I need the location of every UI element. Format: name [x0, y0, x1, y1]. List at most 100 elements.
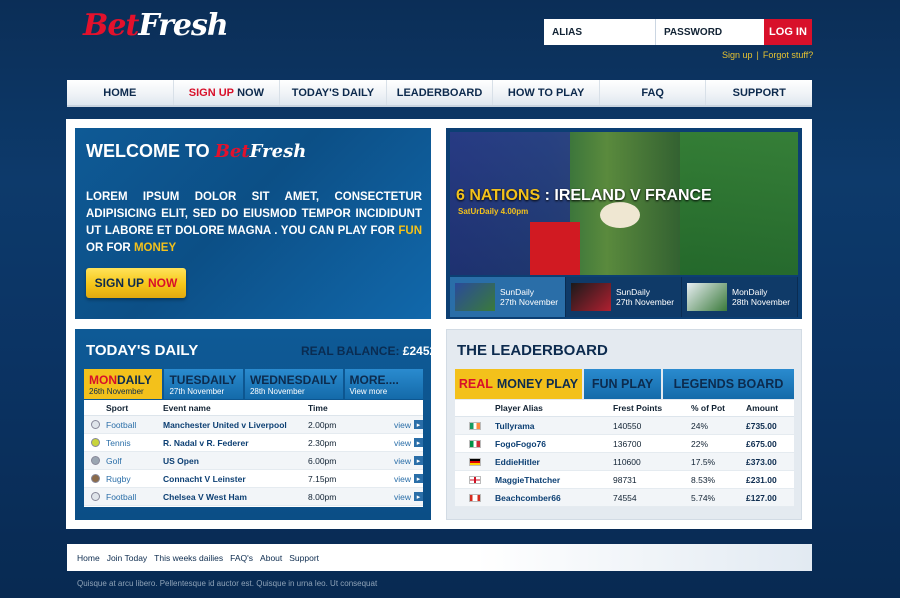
event-name[interactable]: Manchester United v Liverpool	[163, 420, 308, 430]
footer-dailies[interactable]: This weeks dailies	[154, 553, 223, 563]
header-time: Time	[308, 402, 328, 413]
feature-thumb[interactable]: SunDaily 27th November	[450, 277, 566, 317]
view-link[interactable]: view ▸	[378, 474, 423, 484]
signup-now-button[interactable]: SIGN UP NOW	[86, 268, 186, 298]
table-row[interactable]: Rugby Connacht V Leinster 7.15pm view ▸	[84, 470, 423, 488]
footer-support[interactable]: Support	[289, 553, 319, 563]
feature-thumb[interactable]: MonDaily 28th November	[682, 277, 798, 317]
feature-title-match: : IRELAND V FRANCE	[544, 187, 712, 204]
event-time: 8.00pm	[308, 491, 337, 502]
footer-about[interactable]: About	[260, 553, 282, 563]
view-link[interactable]: view ▸	[378, 420, 423, 430]
welcome-or-for: OR FOR	[86, 242, 131, 254]
real-balance: REAL BALANCE: £2452	[301, 344, 436, 358]
header-sport: Sport	[106, 402, 129, 413]
nav-signup[interactable]: SIGN UP NOW	[174, 80, 281, 105]
arrow-right-icon: ▸	[414, 492, 423, 501]
tab-mon-daily: DAILY	[117, 373, 152, 387]
event-time: 6.00pm	[308, 455, 337, 466]
tab-mondaily[interactable]: MONDAILY 26th November	[84, 369, 163, 399]
sport-name: Football	[106, 491, 137, 502]
header-points: Frest Points	[613, 403, 663, 413]
player-alias[interactable]: MaggieThatcher	[495, 475, 613, 485]
table-row[interactable]: Tullyrama 140550 24% £735.00	[455, 417, 794, 435]
frest-points: 136700	[613, 438, 642, 449]
event-time: 2.30pm	[308, 437, 337, 448]
view-link[interactable]: view ▸	[378, 456, 423, 466]
event-name[interactable]: R. Nadal v R. Federer	[163, 438, 308, 448]
login-form: ALIAS PASSWORD LOG IN	[544, 19, 812, 45]
amount: £735.00	[746, 420, 777, 431]
nav-todays-daily[interactable]: TODAY'S DAILY	[280, 80, 387, 105]
tab-tuesdaily[interactable]: TUESDAILY 27th November	[164, 369, 243, 399]
sport-icon	[90, 492, 100, 501]
nav-support[interactable]: SUPPORT	[706, 80, 812, 105]
nav-how-to-play[interactable]: HOW TO PLAY	[493, 80, 600, 105]
tab-more[interactable]: MORE.... View more	[344, 369, 423, 399]
frest-points: 110600	[613, 456, 641, 467]
view-label: view	[393, 437, 411, 448]
feature-thumb[interactable]: SunDaily 27th November	[566, 277, 682, 317]
nav-signup-now: NOW	[237, 86, 264, 99]
amount: £231.00	[746, 474, 777, 485]
login-button[interactable]: LOG IN	[764, 19, 812, 45]
player-alias[interactable]: Tullyrama	[495, 421, 613, 431]
tab-real-money-play[interactable]: REAL MONEY PLAY	[455, 369, 582, 399]
sport-name: Rugby	[106, 473, 131, 484]
leaderboard-table: Player Alias Frest Points % of Pot Amoun…	[455, 400, 794, 507]
pot-percent: 8.53%	[691, 474, 716, 485]
footer-join[interactable]: Join Today	[107, 553, 147, 563]
table-row[interactable]: EddieHitler 110600 17.5% £373.00	[455, 453, 794, 471]
feature-title: 6 NATIONS : IRELAND V FRANCE	[456, 187, 712, 205]
nav-leaderboard[interactable]: LEADERBOARD	[387, 80, 494, 105]
table-row[interactable]: Football Manchester United v Liverpool 2.0…	[84, 416, 423, 434]
logo-bet-text: Bet	[83, 8, 139, 43]
amount: £675.00	[746, 438, 777, 449]
table-row[interactable]: Beachcomber66 74554 5.74% £127.00	[455, 489, 794, 507]
tab-legends-board[interactable]: LEGENDS BOARD	[663, 369, 794, 399]
event-name[interactable]: Connacht V Leinster	[163, 474, 308, 484]
tab-mon: MON	[89, 373, 117, 387]
nav-faq[interactable]: FAQ	[600, 80, 707, 105]
view-link[interactable]: view ▸	[378, 438, 423, 448]
welcome-text-main: LOREM IPSUM DOLOR SIT AMET, CONSECTETUR …	[86, 191, 422, 237]
pot-percent: 17.5%	[691, 456, 716, 467]
footer-faq[interactable]: FAQ's	[230, 553, 253, 563]
flag-icon	[469, 439, 481, 448]
event-name[interactable]: Chelsea V West Ham	[163, 492, 308, 502]
table-row[interactable]: FogoFogo76 136700 22% £675.00	[455, 435, 794, 453]
footer-home[interactable]: Home	[77, 553, 100, 563]
tab-date: 27th November	[169, 387, 225, 396]
player-alias[interactable]: Beachcomber66	[495, 493, 613, 503]
tab-date: 26th November	[89, 387, 144, 396]
table-row[interactable]: Golf US Open 6.00pm view ▸	[84, 452, 423, 470]
thumb-day: SunDaily	[500, 287, 535, 297]
view-link[interactable]: view ▸	[378, 492, 423, 502]
signup-link[interactable]: Sign up	[722, 50, 753, 60]
signup-now-red: NOW	[148, 276, 178, 290]
thumb-date: 27th November	[616, 297, 675, 307]
table-row[interactable]: Football Chelsea V West Ham 8.00pm view ▸	[84, 488, 423, 506]
tab-wednesdaily[interactable]: WEDNESDAILY 28th November	[244, 369, 343, 399]
tab-fun-play[interactable]: FUN PLAY	[584, 369, 661, 399]
alias-input[interactable]: ALIAS	[544, 19, 656, 45]
table-row[interactable]: Tennis R. Nadal v R. Federer 2.30pm view ▸	[84, 434, 423, 452]
forgot-link[interactable]: Forgot stuff?	[763, 50, 813, 60]
feature-title-six-nations: 6 NATIONS	[456, 187, 541, 204]
event-name[interactable]: US Open	[163, 456, 308, 466]
daily-events-table: Sport Event name Time Football Manchester…	[84, 400, 423, 507]
header-event: Event name	[163, 402, 211, 413]
password-input[interactable]: PASSWORD	[656, 19, 764, 45]
flag-icon	[469, 475, 481, 484]
tab-label: WEDNESDAILY	[249, 373, 338, 387]
player-alias[interactable]: EddieHitler	[495, 457, 613, 467]
amount: £127.00	[746, 492, 777, 503]
header-pot: % of Pot	[691, 403, 725, 413]
tab-label: TUESDAILY	[169, 373, 237, 387]
player-alias[interactable]: FogoFogo76	[495, 439, 613, 449]
betfresh-logo[interactable]: BetFresh	[83, 8, 229, 64]
tab-view-more: View more	[349, 387, 388, 396]
nav-home[interactable]: HOME	[67, 80, 174, 105]
view-label: view	[393, 455, 411, 466]
table-row[interactable]: MaggieThatcher 98731 8.53% £231.00	[455, 471, 794, 489]
